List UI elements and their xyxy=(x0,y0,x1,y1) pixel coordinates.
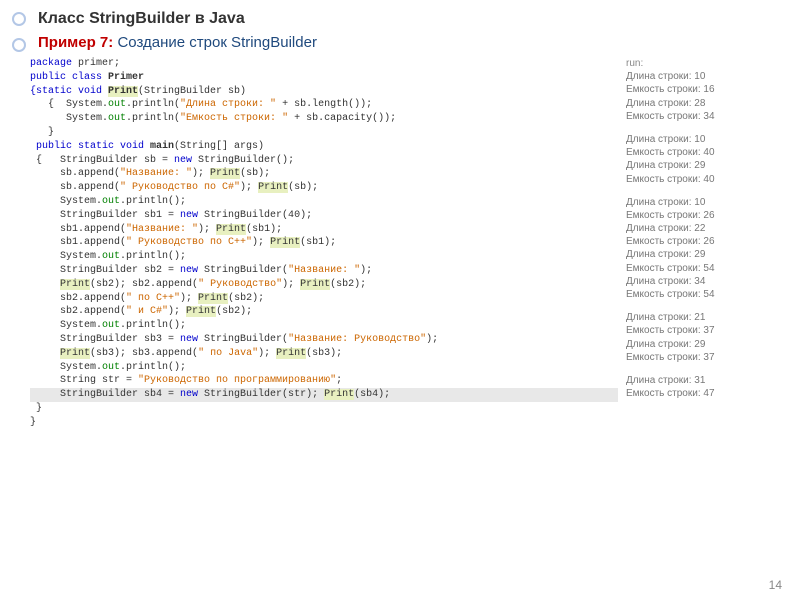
output-line: Длина строки: 29 xyxy=(626,248,794,261)
output-line: Емкость строки: 26 xyxy=(626,235,794,248)
output-line: Емкость строки: 26 xyxy=(626,209,794,222)
output-line: Длина строки: 10 xyxy=(626,70,794,83)
output-line: Длина строки: 21 xyxy=(626,311,794,324)
output-line: Емкость строки: 54 xyxy=(626,262,794,275)
output-line: Длина строки: 29 xyxy=(626,159,794,172)
example-label: Пример 7: xyxy=(38,34,113,51)
output-block: run: Длина строки: 10 Емкость строки: 16… xyxy=(626,57,794,430)
output-line: Длина строки: 10 xyxy=(626,133,794,146)
output-line: Емкость строки: 40 xyxy=(626,173,794,186)
bullet-icon xyxy=(12,38,26,52)
content-area: package primer; public class Primer {sta… xyxy=(0,57,800,430)
slide-title: Класс StringBuilder в Java xyxy=(0,0,800,30)
output-line: Емкость строки: 40 xyxy=(626,146,794,159)
output-line: Длина строки: 22 xyxy=(626,222,794,235)
output-line: Емкость строки: 54 xyxy=(626,288,794,301)
code-block: package primer; public class Primer {sta… xyxy=(30,57,618,430)
output-line: Длина строки: 34 xyxy=(626,275,794,288)
output-line: Емкость строки: 47 xyxy=(626,387,794,400)
output-run-label: run: xyxy=(626,57,794,70)
output-line: Емкость строки: 37 xyxy=(626,351,794,364)
output-line: Длина строки: 28 xyxy=(626,97,794,110)
output-line: Емкость строки: 34 xyxy=(626,110,794,123)
output-line: Длина строки: 10 xyxy=(626,196,794,209)
example-description: Создание строк StringBuilder xyxy=(117,34,316,51)
page-number: 14 xyxy=(769,578,782,592)
output-line: Длина строки: 29 xyxy=(626,338,794,351)
output-line: Емкость строки: 37 xyxy=(626,324,794,337)
output-line: Емкость строки: 16 xyxy=(626,83,794,96)
output-line: Длина строки: 31 xyxy=(626,374,794,387)
bullet-icon xyxy=(12,12,26,26)
example-title: Пример 7: Создание строк StringBuilder xyxy=(0,30,800,57)
